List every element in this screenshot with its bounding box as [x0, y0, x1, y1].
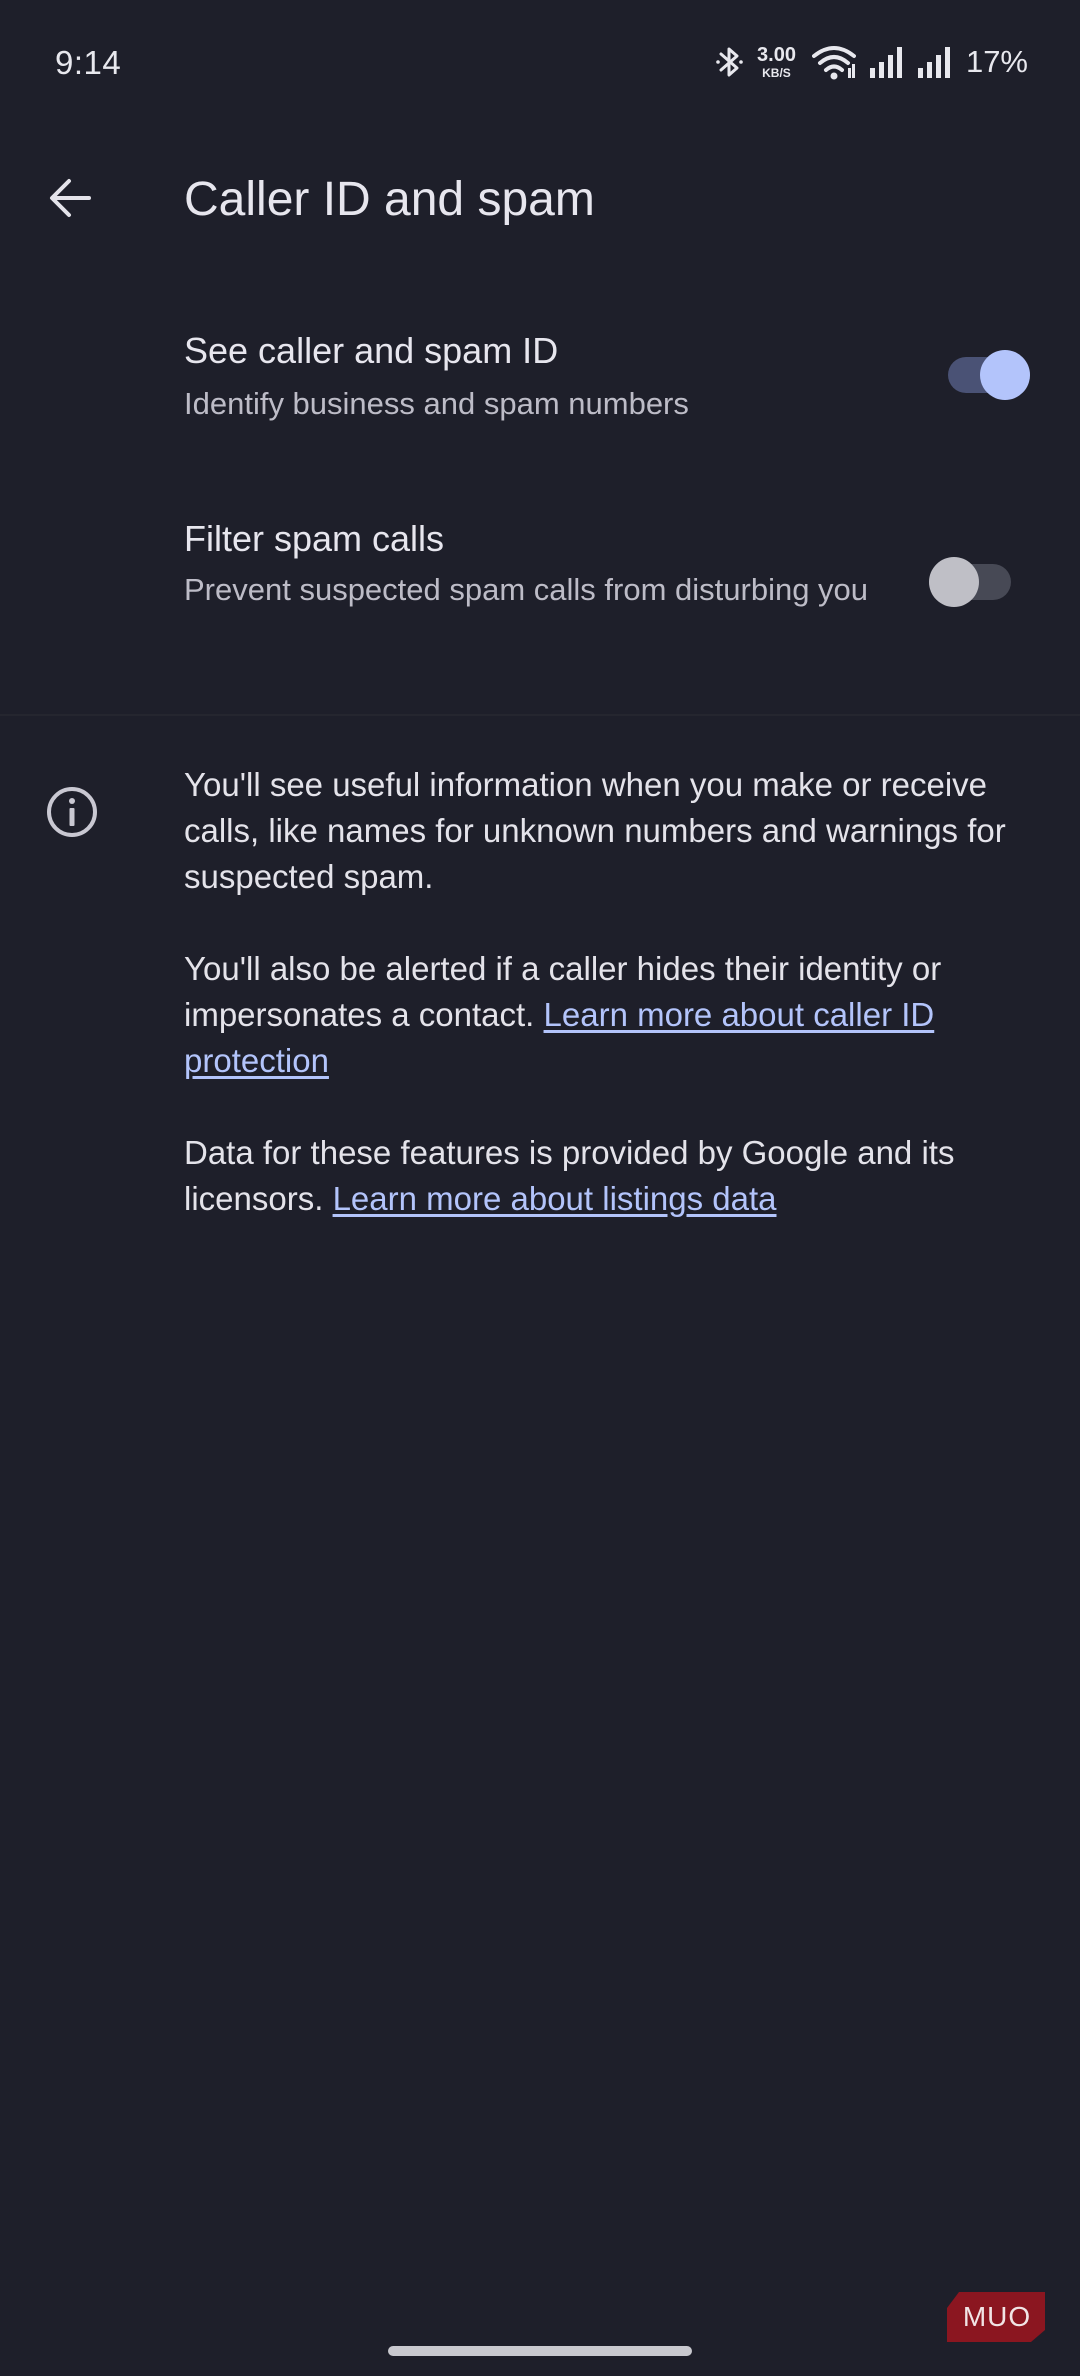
battery-level: 17%	[965, 44, 1028, 79]
setting-summary: Identify business and spam numbers	[184, 386, 689, 421]
signal-icon	[868, 44, 904, 80]
svg-text:MUO: MUO	[963, 2301, 1031, 2332]
top-app-bar: Caller ID and spam	[0, 150, 1080, 250]
listings-data-link[interactable]: Learn more about listings data	[333, 1180, 777, 1217]
info-paragraph: Data for these features is provided by G…	[184, 1130, 1014, 1222]
info-paragraph: You'll see useful information when you m…	[184, 766, 1006, 895]
network-speed-value: 3.00	[757, 44, 796, 66]
switch-thumb	[929, 557, 979, 607]
status-bar: 9:14 3.00 KB/S 17%	[0, 0, 1080, 130]
bluetooth-icon	[715, 42, 745, 82]
setting-title: Filter spam calls	[184, 518, 445, 559]
caller-id-toggle[interactable]	[948, 350, 1030, 400]
status-time: 9:14	[55, 44, 122, 81]
switch-thumb	[980, 350, 1030, 400]
wifi-icon	[811, 44, 856, 80]
setting-summary: Prevent suspected spam calls from distur…	[184, 572, 869, 607]
network-speed: 3.00 KB/S	[757, 45, 796, 79]
back-button[interactable]	[30, 164, 110, 236]
page-title: Caller ID and spam	[184, 173, 595, 226]
info-paragraph: You'll also be alerted if a caller hides…	[184, 946, 1014, 1084]
muo-watermark-logo: MUO	[945, 2290, 1047, 2344]
section-divider	[0, 714, 1080, 716]
gesture-navigation-bar[interactable]	[388, 2346, 692, 2356]
signal-icon	[916, 44, 952, 80]
info-icon	[44, 784, 100, 840]
setting-filter-spam-calls[interactable]: Filter spam calls Prevent suspected spam…	[0, 500, 1080, 690]
setting-see-caller-spam-id[interactable]: See caller and spam ID Identify business…	[0, 300, 1080, 460]
filter-spam-toggle[interactable]	[929, 557, 1011, 607]
arrow-back-icon	[47, 175, 93, 226]
network-speed-unit: KB/S	[762, 66, 791, 80]
setting-title: See caller and spam ID	[184, 330, 559, 371]
status-icons: 3.00 KB/S 17%	[715, 40, 1028, 84]
